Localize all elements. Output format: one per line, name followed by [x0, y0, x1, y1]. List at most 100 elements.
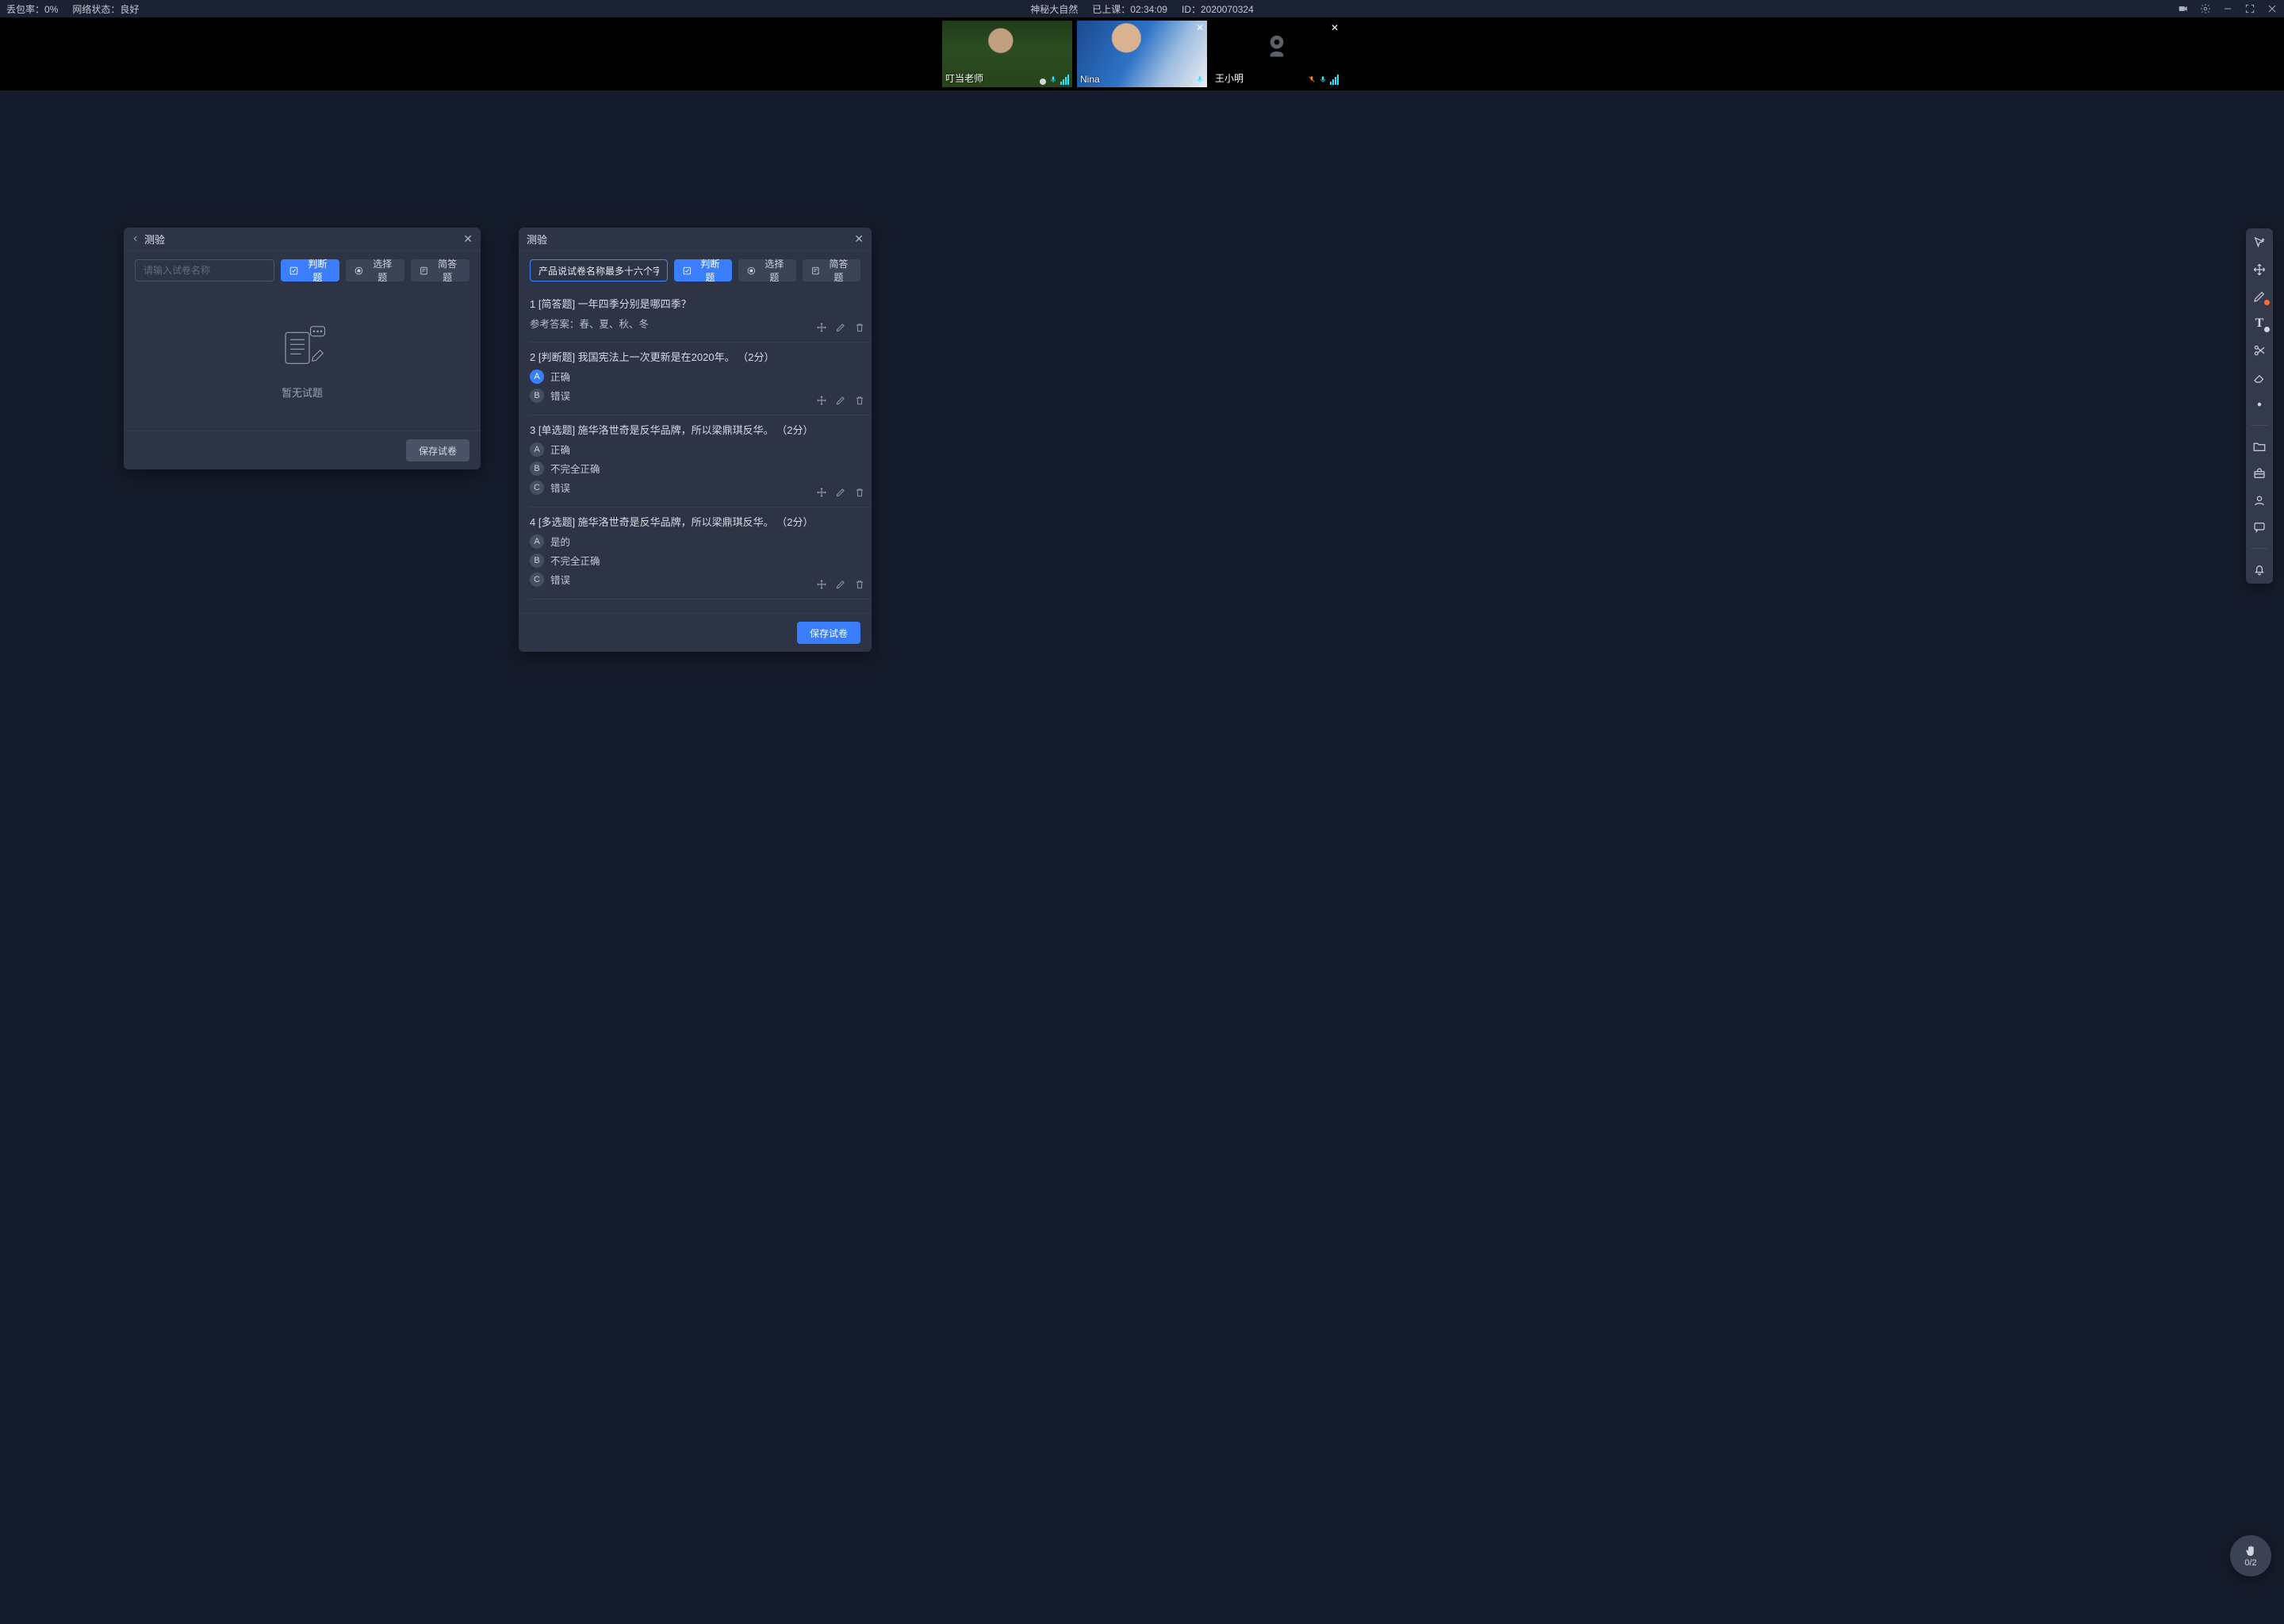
save-quiz-button[interactable]: 保存试卷 — [406, 439, 469, 462]
question-reference-answer: 参考答案：春、夏、秋、冬 — [530, 316, 862, 331]
option-letter: A — [530, 442, 544, 457]
session-id: ID：2020070324 — [1182, 2, 1254, 16]
question-actions — [816, 579, 865, 592]
edit-question-icon[interactable] — [835, 579, 846, 592]
close-window-icon[interactable] — [2267, 3, 2278, 14]
question-item: 4 [多选题] 施华洛世奇是反华品牌，所以梁鼎琪反华。 （2分）A是的B不完全正… — [530, 508, 870, 599]
option-text: 正确 — [550, 442, 570, 457]
question-title: 3 [单选题] 施华洛世奇是反华品牌，所以梁鼎琪反华。 （2分） — [530, 422, 862, 437]
scissors-icon[interactable] — [2251, 343, 2267, 358]
question-item: 2 [判断题] 我国宪法上一次更新是在2020年。 （2分）A正确B错误 — [530, 343, 870, 416]
question-option[interactable]: C 错误 — [530, 480, 862, 495]
folder-icon[interactable] — [2251, 439, 2267, 454]
option-text: 错误 — [550, 480, 570, 495]
toolbox-icon[interactable] — [2251, 465, 2267, 481]
panel-title: 测验 — [527, 232, 547, 247]
delete-question-icon[interactable] — [854, 395, 865, 408]
question-item: 1 [简答题] 一年四季分别是哪四季？ 参考答案：春、夏、秋、冬 — [530, 289, 870, 343]
bell-icon[interactable] — [2251, 561, 2267, 577]
network-status: 网络状态：良好 — [72, 2, 139, 16]
text-tool-icon[interactable]: T — [2251, 316, 2267, 331]
empty-text: 暂无试题 — [282, 385, 323, 400]
user-icon[interactable] — [2251, 492, 2267, 508]
volume-bars-icon — [1060, 75, 1069, 85]
add-judge-button[interactable]: 判断题 — [674, 259, 732, 282]
question-item: 3 [单选题] 施华洛世奇是反华品牌，所以梁鼎琪反华。 （2分） A 正确 B不完全正… — [530, 416, 870, 508]
empty-state: 暂无试题 — [124, 288, 481, 431]
question-actions — [816, 395, 865, 408]
close-icon[interactable]: ✕ — [854, 232, 864, 246]
add-judge-button[interactable]: 判断题 — [281, 259, 339, 282]
add-short-button[interactable]: 简答题 — [803, 259, 860, 282]
quiz-panel-list: 测验 ✕ 判断题 选择题 简答题 1 [简答题] 一年四季分别是哪四季？ 参考答案… — [519, 228, 872, 652]
video-tile[interactable]: ✕ 王小明 — [1212, 21, 1342, 87]
close-icon[interactable]: ✕ — [463, 232, 473, 246]
question-option[interactable]: A正确 — [530, 369, 862, 384]
right-toolbar: T — [2246, 228, 2273, 584]
quiz-name-input[interactable] — [530, 259, 668, 282]
option-letter: B — [530, 389, 544, 403]
video-tile[interactable]: ✕ Nina — [1077, 21, 1207, 87]
question-actions — [816, 487, 865, 500]
video-tile[interactable]: 叮当老师 — [942, 21, 1072, 87]
elapsed-time: 已上课：02:34:09 — [1092, 2, 1167, 16]
raise-hand-counter[interactable]: 0/2 — [2230, 1535, 2271, 1576]
question-list[interactable]: 1 [简答题] 一年四季分别是哪四季？参考答案：春、夏、秋、冬2 [判断题] 我… — [519, 288, 872, 613]
move-icon[interactable] — [2251, 262, 2267, 278]
main-area: 测验 ✕ 判断题 选择题 简答题 — [0, 90, 2284, 1624]
mic-icon — [1049, 74, 1057, 85]
option-text: 错误 — [550, 388, 570, 403]
save-quiz-button[interactable]: 保存试卷 — [797, 622, 860, 644]
question-option[interactable]: B 错误 — [530, 388, 862, 403]
chat-icon[interactable] — [2251, 519, 2267, 535]
question-option[interactable]: A是的 — [530, 534, 862, 549]
edit-question-icon[interactable] — [835, 487, 846, 500]
back-icon[interactable] — [132, 233, 140, 245]
delete-question-icon[interactable] — [854, 322, 865, 335]
camera-toggle-icon[interactable] — [2178, 3, 2189, 14]
move-question-icon[interactable] — [816, 322, 827, 335]
color-dot-icon[interactable] — [2251, 396, 2267, 412]
edit-question-icon[interactable] — [835, 322, 846, 335]
option-letter: B — [530, 553, 544, 568]
minimize-icon[interactable] — [2222, 3, 2233, 14]
eraser-icon[interactable] — [2251, 370, 2267, 385]
question-option[interactable]: A 正确 — [530, 442, 862, 457]
pen-icon[interactable] — [2251, 289, 2267, 304]
panel-title: 测验 — [144, 232, 165, 247]
close-icon[interactable]: ✕ — [1331, 22, 1339, 33]
option-text: 错误 — [550, 572, 570, 587]
option-letter: A — [530, 370, 544, 384]
move-question-icon[interactable] — [816, 395, 827, 408]
add-short-button[interactable]: 简答题 — [411, 259, 469, 282]
participant-name: 叮当老师 — [945, 71, 983, 85]
edit-question-icon[interactable] — [835, 395, 846, 408]
question-option[interactable]: B不完全正确 — [530, 553, 862, 568]
option-letter: C — [530, 573, 544, 587]
signal-indicator-icon — [1186, 79, 1193, 85]
question-actions — [816, 322, 865, 335]
quiz-name-input[interactable] — [135, 259, 274, 282]
close-icon[interactable]: ✕ — [1196, 22, 1204, 33]
option-letter: A — [530, 534, 544, 549]
move-question-icon[interactable] — [816, 579, 827, 592]
question-title: 1 [简答题] 一年四季分别是哪四季？ — [530, 296, 862, 311]
question-option[interactable]: B不完全正确 — [530, 461, 862, 476]
question-option[interactable]: C 错误 — [530, 572, 862, 587]
delete-question-icon[interactable] — [854, 579, 865, 592]
settings-icon[interactable] — [2200, 3, 2211, 14]
add-choice-button[interactable]: 选择题 — [738, 259, 796, 282]
fullscreen-icon[interactable] — [2244, 3, 2255, 14]
packet-loss: 丢包率：0% — [6, 2, 58, 16]
move-question-icon[interactable] — [816, 487, 827, 500]
class-title: 神秘大自然 — [1030, 2, 1078, 16]
signal-indicator-icon — [1040, 79, 1046, 85]
participant-name: Nina — [1080, 74, 1100, 85]
cursor-sparkle-icon[interactable] — [2251, 235, 2267, 251]
mic-muted-icon — [1308, 74, 1316, 85]
add-choice-button[interactable]: 选择题 — [346, 259, 404, 282]
mic-icon — [1319, 74, 1327, 85]
delete-question-icon[interactable] — [854, 487, 865, 500]
participant-name: 王小明 — [1215, 71, 1244, 85]
option-letter: C — [530, 481, 544, 495]
